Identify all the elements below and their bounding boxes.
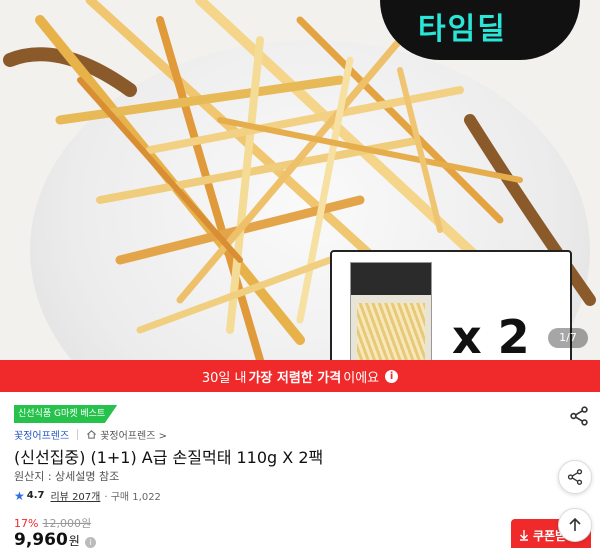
download-arrow-icon bbox=[520, 530, 528, 541]
promo-suffix: 이에요 bbox=[343, 370, 380, 386]
promo-highlight: 가장 저렴한 가격 bbox=[248, 370, 342, 386]
store-link-label: 꽃정어프렌즈 > bbox=[100, 431, 167, 442]
seller-name[interactable]: 꽃정어프렌즈 bbox=[14, 427, 69, 442]
currency-unit: 원 bbox=[68, 534, 80, 548]
package-image bbox=[350, 262, 432, 360]
divider bbox=[77, 429, 79, 440]
lowest-price-banner[interactable]: 30일 내 가장 저렴한 가격 이에요 i bbox=[0, 360, 600, 392]
rating-value: 4.7 bbox=[26, 490, 45, 501]
rating-row: ★ 4.7 리뷰 207개 · 구매 1,022 bbox=[14, 488, 161, 504]
scroll-to-top-button[interactable] bbox=[558, 508, 592, 542]
timedeal-text: 타임딜 bbox=[418, 12, 507, 47]
seller-row: 꽃정어프렌즈 꽃정어프렌즈 > bbox=[14, 427, 167, 442]
product-title: (신선집중) (1+1) A급 손질먹태 110g X 2팩 bbox=[14, 448, 324, 467]
package-inset: x 2봉 bbox=[330, 250, 572, 360]
sale-price: 9,960 bbox=[14, 530, 68, 548]
discount-row: 17% 12,000원 bbox=[14, 515, 91, 531]
star-icon: ★ bbox=[14, 488, 25, 503]
promo-prefix: 30일 내 bbox=[201, 370, 247, 386]
reviews-link[interactable]: 리뷰 207개 bbox=[50, 488, 100, 503]
origin-info: 원산지 : 상세설명 참조 bbox=[14, 470, 120, 483]
arrow-up-icon bbox=[569, 517, 581, 531]
price-row: 9,960 원 i bbox=[14, 530, 96, 548]
share-icon[interactable] bbox=[568, 405, 590, 427]
purchase-count: · 구매 1,022 bbox=[104, 492, 161, 503]
store-link[interactable]: 꽃정어프렌즈 > bbox=[86, 427, 167, 442]
best-seller-badge: 신선식품 G마켓 베스트 bbox=[14, 405, 118, 423]
image-counter: 1/7 bbox=[548, 328, 588, 348]
product-image[interactable]: 타임딜 x 2봉 1/7 bbox=[0, 0, 600, 360]
floating-share-button[interactable] bbox=[558, 460, 592, 494]
original-price: 12,000원 bbox=[42, 517, 92, 530]
price-info-icon[interactable]: i bbox=[84, 537, 96, 548]
share-icon bbox=[567, 469, 583, 485]
discount-rate: 17% bbox=[14, 517, 39, 530]
store-home-icon bbox=[87, 430, 97, 439]
info-icon[interactable]: i bbox=[385, 369, 399, 383]
